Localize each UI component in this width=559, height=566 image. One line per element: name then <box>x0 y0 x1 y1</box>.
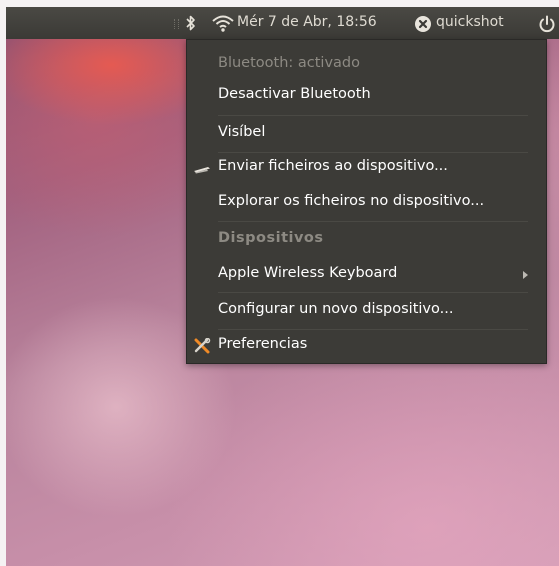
menu-item-label: Apple Wireless Keyboard <box>218 265 398 281</box>
menu-header-devices: Dispositivos <box>187 225 546 255</box>
menu-item-label: Explorar os ficheiros no dispositivo... <box>218 193 485 209</box>
submenu-arrow-icon <box>523 271 528 279</box>
menu-item-label: Configurar un novo dispositivo... <box>218 301 454 317</box>
menu-item-disable-bluetooth[interactable]: Desactivar Bluetooth <box>187 81 546 111</box>
desktop: Mér 7 de Abr, 18:56 quickshot Bluetooth:… <box>6 7 559 566</box>
menu-item-label: Bluetooth: activado <box>218 55 360 71</box>
preferences-tools-icon <box>194 338 211 354</box>
menu-item-setup-new-device[interactable]: Configurar un novo dispositivo... <box>187 296 546 326</box>
menu-item-browse-files[interactable]: Explorar os ficheiros no dispositivo... <box>187 188 546 218</box>
menu-item-label: Preferencias <box>218 336 308 352</box>
menu-divider <box>218 221 528 222</box>
menu-item-bluetooth-status: Bluetooth: activado <box>187 50 546 80</box>
top-panel: Mér 7 de Abr, 18:56 quickshot <box>6 7 559 39</box>
power-icon[interactable] <box>538 15 556 33</box>
clock-datetime[interactable]: Mér 7 de Abr, 18:56 <box>237 14 377 30</box>
menu-divider <box>218 115 528 116</box>
send-files-icon <box>194 167 210 174</box>
menu-item-label: Visíbel <box>218 124 266 140</box>
menu-item-send-files[interactable]: Enviar ficheiros ao dispositivo... <box>187 153 546 183</box>
menu-item-apple-wireless-keyboard[interactable]: Apple Wireless Keyboard <box>187 260 546 290</box>
menu-item-label: Desactivar Bluetooth <box>218 86 371 102</box>
menu-item-preferences[interactable]: Preferencias <box>187 331 546 361</box>
menu-item-visible[interactable]: Visíbel <box>187 119 546 149</box>
menu-divider <box>218 329 528 330</box>
menu-header-label: Dispositivos <box>218 230 324 246</box>
user-status-icon[interactable] <box>415 16 431 32</box>
menu-divider <box>218 292 528 293</box>
bluetooth-icon[interactable] <box>186 13 196 33</box>
menu-item-label: Enviar ficheiros ao dispositivo... <box>218 158 448 174</box>
panel-separator-handle <box>174 19 179 29</box>
wifi-icon[interactable] <box>211 13 235 33</box>
user-name[interactable]: quickshot <box>436 14 504 30</box>
bluetooth-menu: Bluetooth: activado Desactivar Bluetooth… <box>186 39 547 364</box>
